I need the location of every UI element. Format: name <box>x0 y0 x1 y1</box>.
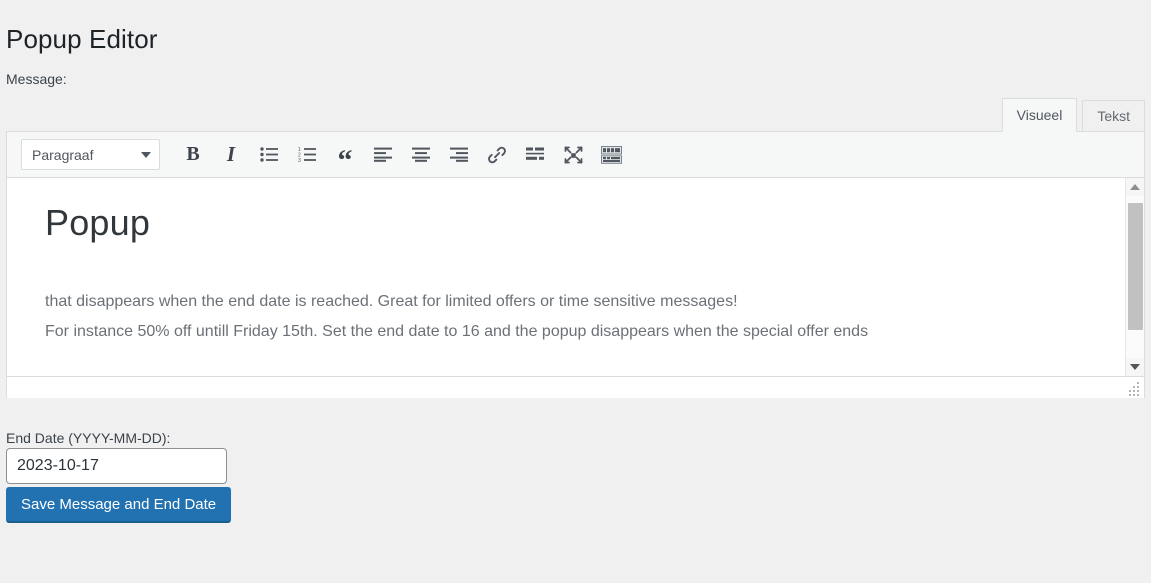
document-paragraph-1: that disappears when the end date is rea… <box>45 293 738 310</box>
read-more-icon[interactable] <box>519 140 551 170</box>
document-heading: Popup <box>45 202 151 243</box>
chevron-down-icon <box>141 151 151 158</box>
tab-tekst[interactable]: Tekst <box>1082 100 1145 132</box>
end-date-input[interactable] <box>6 448 227 484</box>
save-message-and-end-date-button[interactable]: Save Message and End Date <box>6 487 232 523</box>
tab-visueel-label: Visueel <box>1016 107 1063 123</box>
toolbar-toggle-icon[interactable] <box>595 140 627 170</box>
editor-statusbar <box>7 377 1144 398</box>
message-label: Message: <box>6 71 67 87</box>
bold-glyph: B <box>186 143 200 165</box>
end-date-label: End Date (YYYY-MM-DD): <box>6 430 171 446</box>
align-left-icon[interactable] <box>367 140 399 170</box>
scroll-up-arrow-icon[interactable] <box>1126 178 1144 196</box>
resize-grip-icon[interactable] <box>1127 382 1141 396</box>
blockquote-icon[interactable]: “ <box>329 140 361 177</box>
italic-icon[interactable]: I <box>215 140 247 170</box>
format-select-value: Paragraaf <box>32 146 94 163</box>
align-center-icon[interactable] <box>405 140 437 170</box>
editor-content-area[interactable]: Popup that disappears when the end date … <box>7 178 1144 377</box>
bold-icon[interactable]: B <box>177 140 209 170</box>
editor-document[interactable]: Popup that disappears when the end date … <box>7 178 1124 376</box>
editor-toolbar: Paragraaf B I 1 2 3 “ <box>7 132 1144 178</box>
document-paragraph-2: For instance 50% off untill Friday 15th.… <box>45 323 869 340</box>
svg-text:3: 3 <box>298 158 301 162</box>
tab-tekst-label: Tekst <box>1097 108 1130 124</box>
editor-container: Paragraaf B I 1 2 3 “ Popup that disappe… <box>6 131 1145 398</box>
scroll-down-arrow-icon[interactable] <box>1126 358 1144 376</box>
page-title: Popup Editor <box>6 24 158 54</box>
editor-mode-tabs: Visueel Tekst <box>997 98 1145 132</box>
fullscreen-icon[interactable] <box>557 140 589 170</box>
tab-visueel[interactable]: Visueel <box>1001 98 1078 132</box>
format-select[interactable]: Paragraaf <box>21 139 160 170</box>
italic-glyph: I <box>226 142 236 166</box>
blockquote-glyph: “ <box>337 144 353 177</box>
align-right-icon[interactable] <box>443 140 475 170</box>
scrollbar-thumb[interactable] <box>1128 203 1143 330</box>
bulleted-list-icon[interactable] <box>253 140 285 170</box>
editor-scrollbar[interactable] <box>1125 178 1144 376</box>
numbered-list-icon[interactable]: 1 2 3 <box>291 140 323 170</box>
link-icon[interactable] <box>481 140 513 170</box>
